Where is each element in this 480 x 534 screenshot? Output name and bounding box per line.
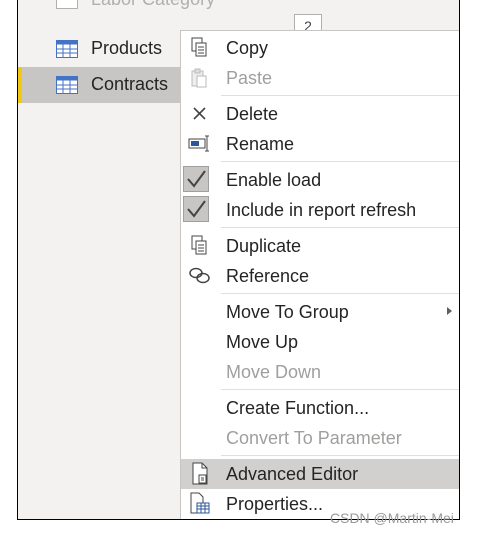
- menu-separator: [221, 455, 459, 456]
- menu-item-label: Properties...: [226, 494, 324, 514]
- menu-item-rename[interactable]: Rename: [181, 129, 459, 159]
- rename-icon: [188, 135, 209, 152]
- checkmark-icon: [187, 170, 206, 188]
- table-icon: [56, 0, 78, 9]
- menu-item-label: Move Up: [226, 332, 299, 352]
- menu-item-duplicate[interactable]: Duplicate: [181, 231, 459, 261]
- menu-separator: [221, 161, 459, 162]
- menu-item-label: Enable load: [226, 170, 322, 190]
- query-item-label: Products: [91, 38, 163, 58]
- delete-icon: [193, 107, 206, 120]
- app-frame: Labor Category 2 Products: [17, 0, 460, 520]
- copy-icon: [191, 37, 207, 57]
- menu-item-label: Copy: [226, 38, 269, 58]
- menu-item-label: Create Function...: [226, 398, 370, 418]
- checkbox-checked[interactable]: [183, 166, 209, 192]
- menu-item-label: Delete: [226, 104, 279, 124]
- menu-item-label: Move To Group: [226, 302, 349, 322]
- menu-separator: [221, 95, 459, 96]
- menu-item-label: Convert To Parameter: [226, 428, 402, 448]
- watermark: CSDN @Martin-Mei: [330, 510, 454, 526]
- link-icon: [189, 267, 210, 284]
- menu-item-move-to-group[interactable]: Move To Group: [181, 297, 459, 327]
- menu-item-delete[interactable]: Delete: [181, 99, 459, 129]
- menu-item-label: Include in report refresh: [226, 200, 417, 220]
- menu-item-paste[interactable]: Paste: [181, 63, 459, 93]
- properties-icon: [190, 492, 210, 514]
- menu-separator: [221, 227, 459, 228]
- menu-item-move-down[interactable]: Move Down: [181, 357, 459, 387]
- table-icon: [56, 76, 78, 94]
- table-icon: [56, 40, 78, 58]
- menu-item-move-up[interactable]: Move Up: [181, 327, 459, 357]
- menu-item-label: Reference: [226, 266, 310, 286]
- menu-item-enable-load[interactable]: Enable load: [181, 165, 459, 195]
- checkmark-icon: [187, 200, 206, 218]
- checkbox-checked[interactable]: [183, 196, 209, 222]
- duplicate-icon: [191, 235, 207, 255]
- query-item-labor-category[interactable]: Labor Category: [18, 0, 215, 18]
- submenu-arrow-icon: [447, 307, 452, 315]
- menu-item-advanced-editor[interactable]: Advanced Editor: [181, 459, 459, 489]
- menu-item-label: Move Down: [226, 362, 322, 382]
- query-item-label: Labor Category: [91, 0, 215, 10]
- menu-separator: [221, 389, 459, 390]
- query-item-contracts[interactable]: Contracts: [18, 67, 188, 103]
- menu-item-label: Rename: [226, 134, 295, 154]
- query-item-label: Contracts: [91, 74, 169, 94]
- menu-item-copy[interactable]: Copy: [181, 33, 459, 63]
- context-menu: Copy Paste Delete Rename Enable load Inc…: [180, 30, 459, 519]
- menu-item-reference[interactable]: Reference: [181, 261, 459, 291]
- menu-item-convert-to-parameter[interactable]: Convert To Parameter: [181, 423, 459, 453]
- menu-item-label: Paste: [226, 68, 273, 88]
- menu-separator: [221, 293, 459, 294]
- menu-item-label: Duplicate: [226, 236, 302, 256]
- menu-item-label: Advanced Editor: [226, 464, 359, 484]
- menu-item-create-function[interactable]: Create Function...: [181, 393, 459, 423]
- query-item-products[interactable]: Products: [18, 31, 188, 67]
- paste-icon: [191, 68, 207, 88]
- menu-item-include-refresh[interactable]: Include in report refresh: [181, 195, 459, 225]
- document-icon: [192, 462, 208, 485]
